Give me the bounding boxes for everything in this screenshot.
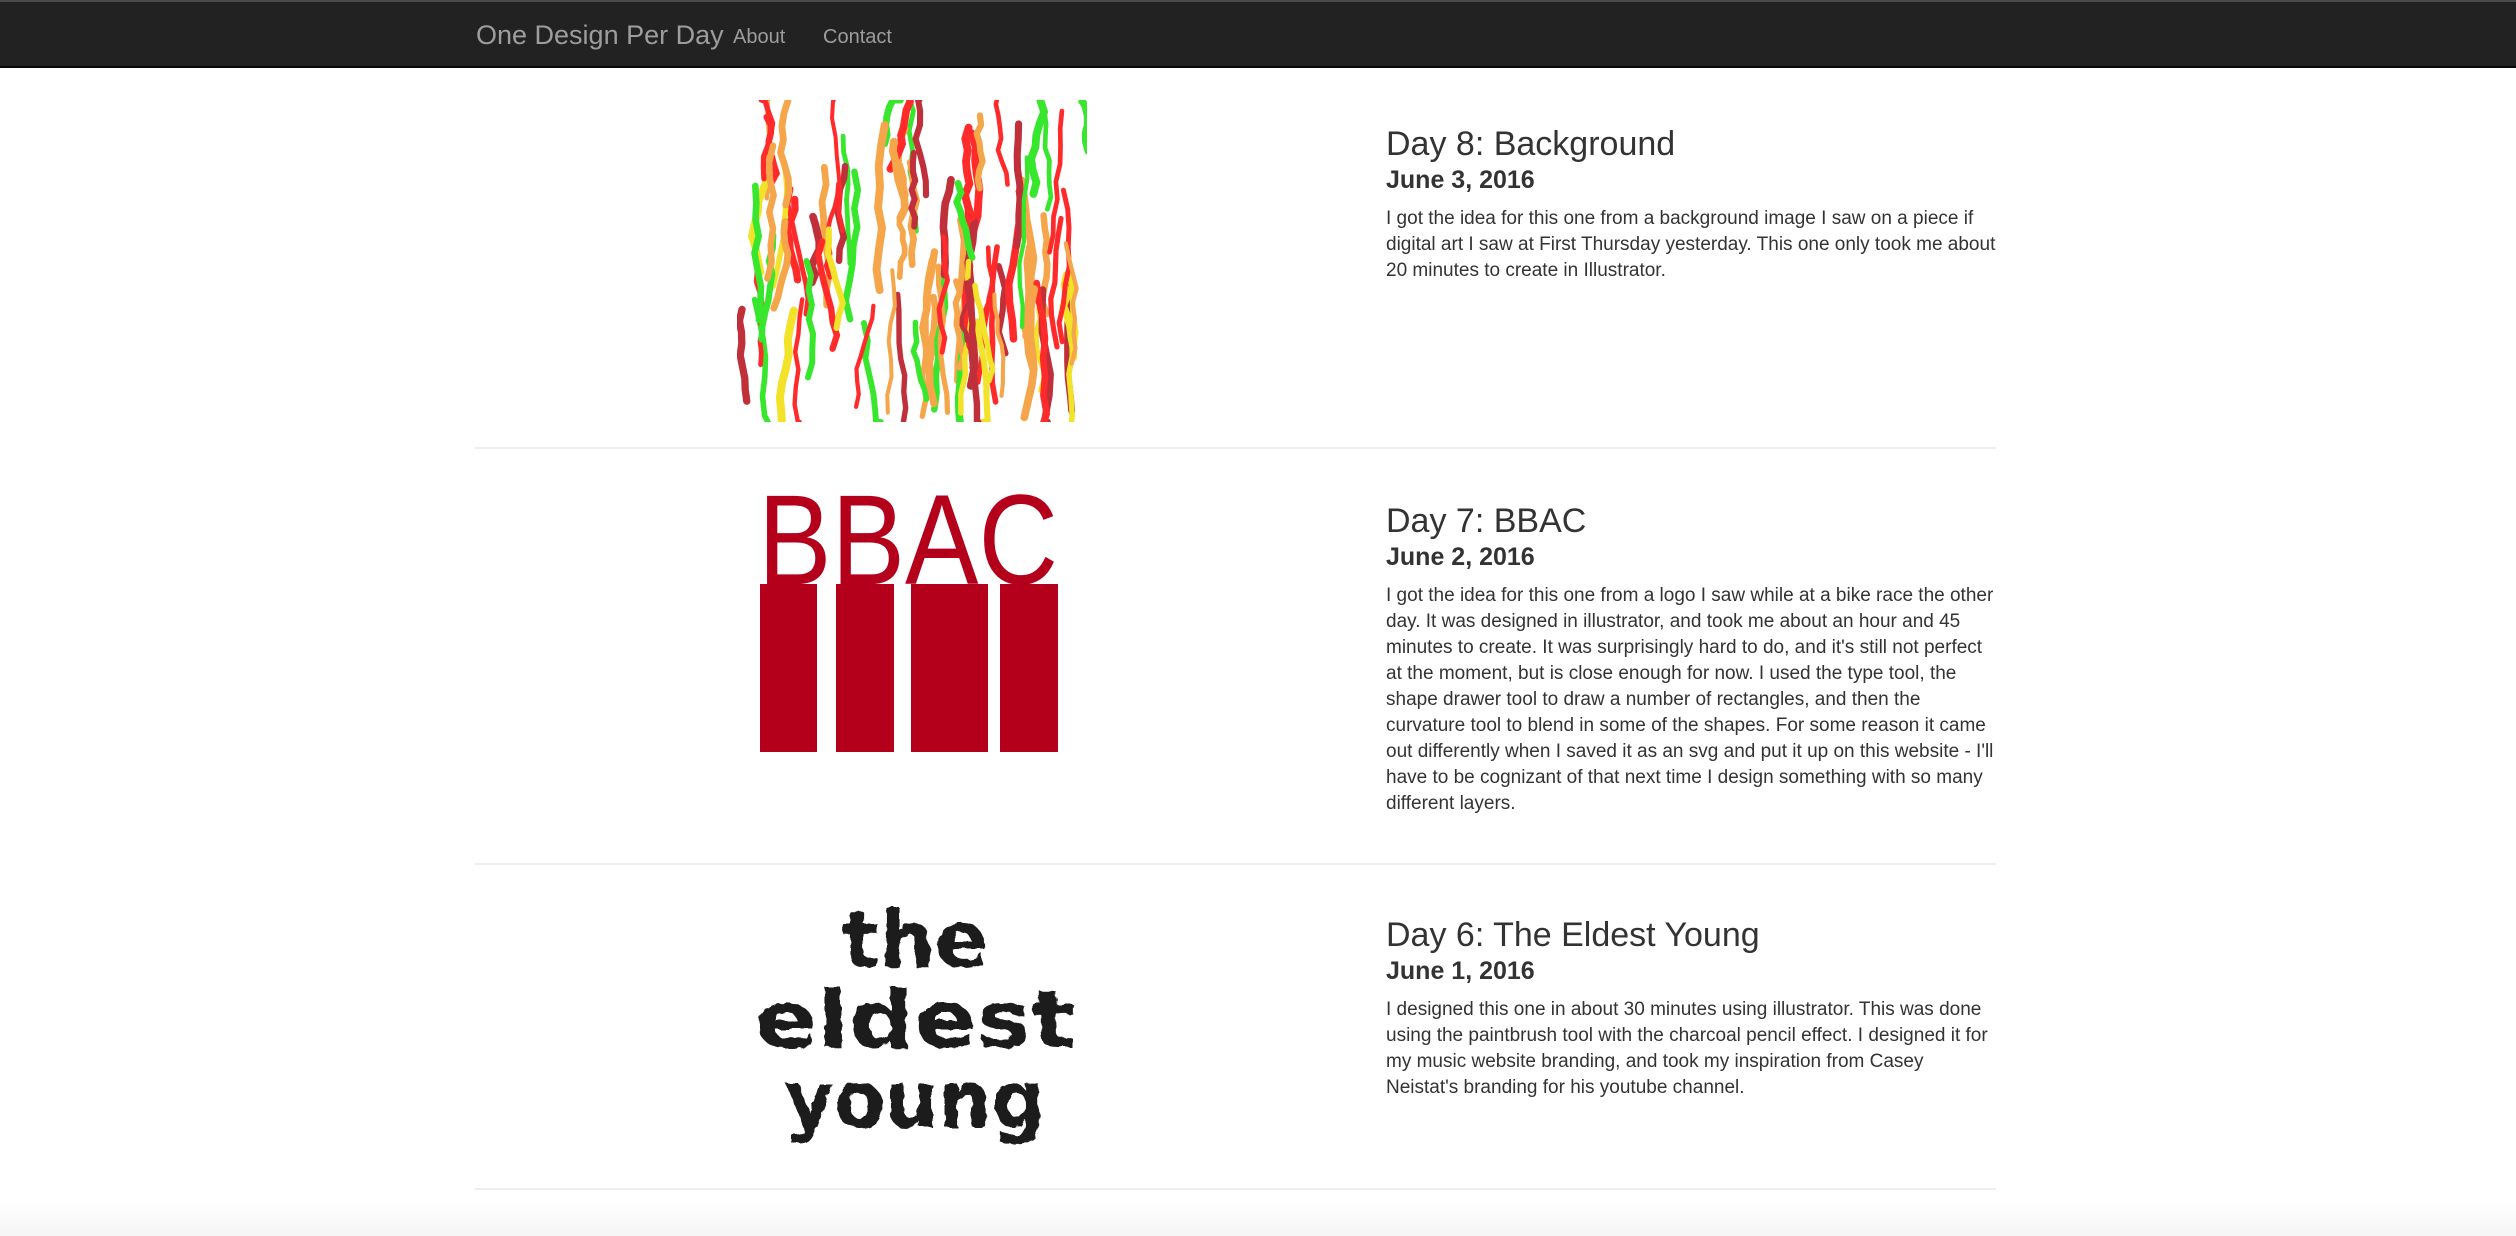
svg-text:the: the	[842, 901, 988, 986]
streak	[993, 100, 1010, 187]
post-date: June 2, 2016	[1386, 543, 1535, 571]
streak	[803, 258, 817, 381]
streak	[1013, 120, 1024, 250]
post-title: Day 7: BBAC	[1386, 502, 1587, 540]
streak	[737, 305, 751, 405]
streak	[1076, 100, 1087, 155]
eldest-young-logo-image: the eldest young	[755, 901, 1075, 1146]
background-streaks-image	[737, 100, 1087, 422]
streak	[895, 291, 909, 422]
post-date: June 1, 2016	[1386, 957, 1535, 985]
nav-link-contact[interactable]: Contact	[823, 25, 892, 49]
post-date: June 3, 2016	[1386, 166, 1535, 194]
svg-text:young: young	[785, 1056, 1045, 1146]
brand-link[interactable]: One Design Per Day	[476, 18, 724, 52]
navbar: One Design Per Day About Contact	[0, 0, 2516, 68]
post-title: Day 6: The Eldest Young	[1386, 916, 1760, 954]
post-day-8: Day 8: Background June 3, 2016 I got the…	[475, 70, 1996, 449]
post-day-6: the eldest young Day 6: The Eldest Young…	[475, 865, 1996, 1190]
streak	[1027, 100, 1049, 198]
bbac-logo-text: BBAC	[758, 489, 1058, 612]
post-body: I got the idea for this one from a logo …	[1386, 585, 1994, 814]
streak	[1041, 109, 1054, 212]
post-day-7: BBAC Day 7: BBAC June 2, 2016 I got the …	[475, 449, 1996, 865]
bbac-logo-image: BBAC	[758, 489, 1058, 752]
nav-link-about[interactable]: About	[733, 25, 785, 49]
streak	[885, 268, 897, 415]
streak	[896, 213, 908, 280]
footer-shadow	[0, 1200, 2516, 1236]
post-body: I designed this one in about 30 minutes …	[1386, 999, 1988, 1098]
post-title: Day 8: Background	[1386, 125, 1676, 163]
svg-text:eldest: eldest	[755, 976, 1075, 1066]
streak	[973, 112, 986, 192]
streak	[872, 120, 889, 295]
streak	[908, 149, 919, 230]
streak	[775, 306, 798, 422]
post-body: I got the idea for this one from a backg…	[1386, 208, 1996, 281]
